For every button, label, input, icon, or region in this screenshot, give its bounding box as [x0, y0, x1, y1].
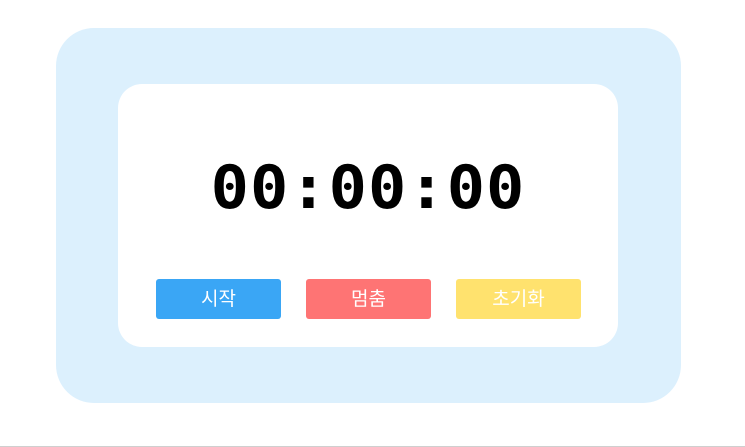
start-button[interactable]: 시작	[156, 279, 281, 319]
reset-button[interactable]: 초기화	[456, 279, 581, 319]
stopwatch-card: 00:00:00 시작 멈춤 초기화	[118, 84, 618, 347]
stop-button[interactable]: 멈춤	[306, 279, 431, 319]
stopwatch-outer-panel: 00:00:00 시작 멈춤 초기화	[56, 28, 681, 403]
time-display: 00:00:00	[210, 153, 526, 223]
